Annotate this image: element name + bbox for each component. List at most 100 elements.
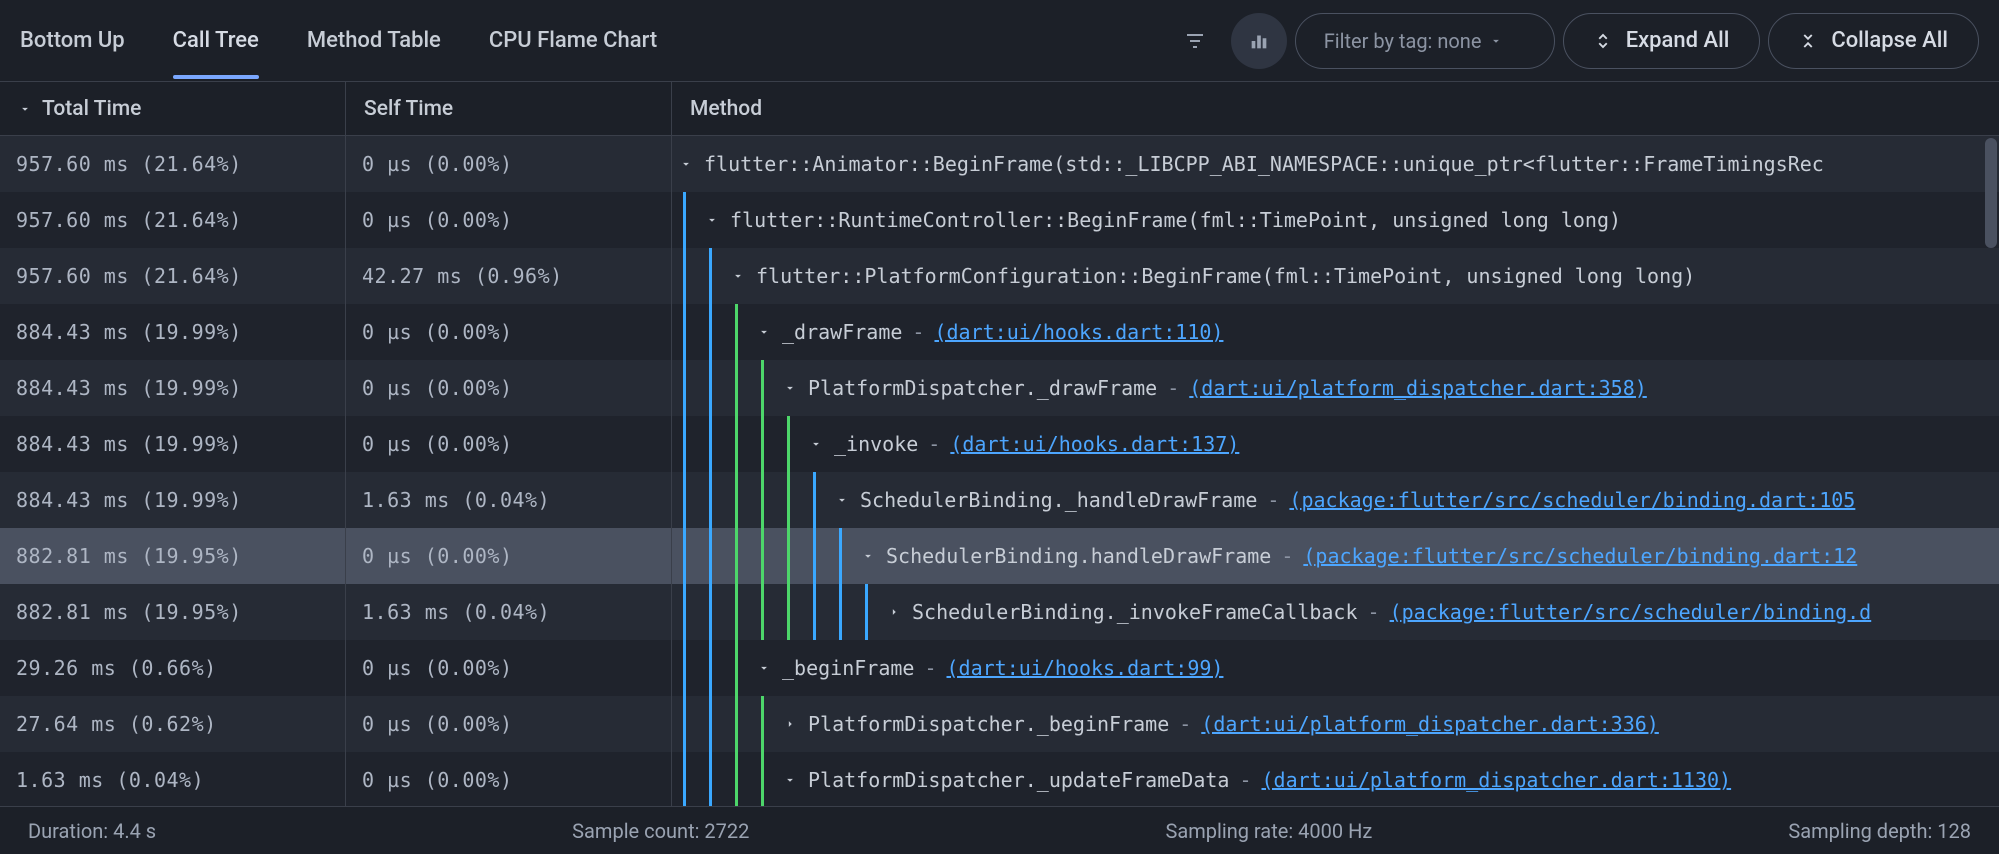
tree-guide bbox=[672, 248, 698, 304]
tree-guide bbox=[724, 416, 750, 472]
tab-call-tree[interactable]: Call Tree bbox=[173, 2, 259, 79]
table-row[interactable]: 884.43 ms (19.99%)0 µs (0.00%)_drawFrame… bbox=[0, 304, 1999, 360]
chevron-down-icon[interactable] bbox=[678, 157, 694, 171]
tree-guide bbox=[776, 528, 802, 584]
cell-total-time: 882.81 ms (19.95%) bbox=[0, 528, 346, 584]
chevron-down-icon[interactable] bbox=[808, 437, 824, 451]
separator: - bbox=[1281, 544, 1293, 568]
source-link[interactable]: (dart:ui/hooks.dart:137) bbox=[950, 432, 1239, 456]
chevron-down-icon[interactable] bbox=[834, 493, 850, 507]
tree-guide bbox=[802, 528, 828, 584]
separator: - bbox=[924, 656, 936, 680]
table-row[interactable]: 29.26 ms (0.66%)0 µs (0.00%)_beginFrame … bbox=[0, 640, 1999, 696]
cell-total-time: 884.43 ms (19.99%) bbox=[0, 360, 346, 416]
cell-self-time: 0 µs (0.00%) bbox=[346, 528, 672, 584]
chevron-down-icon[interactable] bbox=[704, 213, 720, 227]
tab-bottom-up[interactable]: Bottom Up bbox=[20, 2, 125, 79]
tree-guide bbox=[750, 584, 776, 640]
method-name: _beginFrame bbox=[782, 656, 914, 680]
tree-guide bbox=[724, 640, 750, 696]
tree-guide bbox=[776, 472, 802, 528]
table-row[interactable]: 884.43 ms (19.99%)1.63 ms (0.04%)Schedul… bbox=[0, 472, 1999, 528]
chevron-down-icon[interactable] bbox=[756, 325, 772, 339]
source-link[interactable]: (package:flutter/src/scheduler/binding.d… bbox=[1303, 544, 1857, 568]
separator: - bbox=[1239, 768, 1251, 792]
column-header-total-time[interactable]: Total Time bbox=[0, 82, 346, 135]
source-link[interactable]: (dart:ui/platform_dispatcher.dart:1130) bbox=[1261, 768, 1731, 792]
dropdown-arrow-icon bbox=[1489, 34, 1503, 48]
tree-guide bbox=[672, 528, 698, 584]
table-row[interactable]: 1.63 ms (0.04%)0 µs (0.00%)PlatformDispa… bbox=[0, 752, 1999, 806]
cell-self-time: 0 µs (0.00%) bbox=[346, 360, 672, 416]
tree-guide bbox=[698, 696, 724, 752]
chevron-right-icon[interactable] bbox=[886, 605, 902, 619]
status-bar: Duration: 4.4 s Sample count: 2722 Sampl… bbox=[0, 806, 1999, 854]
cell-method: flutter::PlatformConfiguration::BeginFra… bbox=[672, 248, 1999, 304]
table-row[interactable]: 884.43 ms (19.99%)0 µs (0.00%)_invoke - … bbox=[0, 416, 1999, 472]
tree-guide bbox=[698, 360, 724, 416]
chevron-down-icon[interactable] bbox=[782, 773, 798, 787]
method-name: PlatformDispatcher._updateFrameData bbox=[808, 768, 1229, 792]
chevron-right-icon[interactable] bbox=[782, 717, 798, 731]
table-header: Total Time Self Time Method bbox=[0, 82, 1999, 136]
filter-icon-button[interactable] bbox=[1167, 13, 1223, 69]
collapse-all-button[interactable]: Collapse All bbox=[1768, 13, 1979, 69]
cell-self-time: 1.63 ms (0.04%) bbox=[346, 472, 672, 528]
tree-guide bbox=[802, 472, 828, 528]
tree-guide bbox=[672, 752, 698, 806]
chevron-down-icon[interactable] bbox=[730, 269, 746, 283]
method-name: SchedulerBinding._invokeFrameCallback bbox=[912, 600, 1358, 624]
column-header-total-label: Total Time bbox=[42, 97, 141, 121]
table-row[interactable]: 882.81 ms (19.95%)0 µs (0.00%)SchedulerB… bbox=[0, 528, 1999, 584]
table-row[interactable]: 884.43 ms (19.99%)0 µs (0.00%) PlatformDi… bbox=[0, 360, 1999, 416]
collapse-all-label: Collapse All bbox=[1831, 28, 1948, 53]
method-name: SchedulerBinding._handleDrawFrame bbox=[860, 488, 1257, 512]
tab-flame-chart[interactable]: CPU Flame Chart bbox=[489, 2, 657, 79]
chevron-down-icon[interactable] bbox=[860, 549, 876, 563]
status-sampling-rate: Sampling rate: 4000 Hz bbox=[1165, 819, 1372, 843]
tree-guide bbox=[724, 528, 750, 584]
source-link[interactable]: (dart:ui/platform_dispatcher.dart:336) bbox=[1201, 712, 1659, 736]
tree-guide bbox=[698, 416, 724, 472]
source-link[interactable]: (dart:ui/platform_dispatcher.dart:358) bbox=[1189, 376, 1647, 400]
filter-label: Filter by tag: none bbox=[1324, 29, 1482, 53]
cell-total-time: 882.81 ms (19.95%) bbox=[0, 584, 346, 640]
table-row[interactable]: 957.60 ms (21.64%)0 µs (0.00%)flutter::R… bbox=[0, 192, 1999, 248]
filter-by-tag-dropdown[interactable]: Filter by tag: none bbox=[1295, 13, 1555, 69]
cell-self-time: 42.27 ms (0.96%) bbox=[346, 248, 672, 304]
table-row[interactable]: 957.60 ms (21.64%)42.27 ms (0.96%)flutte… bbox=[0, 248, 1999, 304]
cell-method: SchedulerBinding._handleDrawFrame - (pac… bbox=[672, 472, 1999, 528]
tree-guide bbox=[828, 528, 854, 584]
tree-guide bbox=[776, 416, 802, 472]
toolbar: Bottom Up Call Tree Method Table CPU Fla… bbox=[0, 0, 1999, 82]
method-name: SchedulerBinding.handleDrawFrame bbox=[886, 544, 1271, 568]
source-link[interactable]: (dart:ui/hooks.dart:110) bbox=[934, 320, 1223, 344]
bar-chart-icon bbox=[1248, 30, 1270, 52]
source-link[interactable]: (dart:ui/hooks.dart:99) bbox=[947, 656, 1224, 680]
table-row[interactable]: 27.64 ms (0.62%)0 µs (0.00%)PlatformDisp… bbox=[0, 696, 1999, 752]
chevron-down-icon bbox=[18, 102, 32, 116]
table-row[interactable]: 957.60 ms (21.64%)0 µs (0.00%)flutter::A… bbox=[0, 136, 1999, 192]
cell-total-time: 957.60 ms (21.64%) bbox=[0, 192, 346, 248]
cell-total-time: 884.43 ms (19.99%) bbox=[0, 416, 346, 472]
column-header-method[interactable]: Method bbox=[672, 82, 1999, 135]
chart-icon-button[interactable] bbox=[1231, 13, 1287, 69]
tree-guide bbox=[854, 584, 880, 640]
column-header-self-time[interactable]: Self Time bbox=[346, 82, 672, 135]
separator: - bbox=[1179, 712, 1191, 736]
table-row[interactable]: 882.81 ms (19.95%)1.63 ms (0.04%)Schedul… bbox=[0, 584, 1999, 640]
cell-method: SchedulerBinding.handleDrawFrame - (pack… bbox=[672, 528, 1999, 584]
tree-guide bbox=[672, 192, 698, 248]
source-link[interactable]: (package:flutter/src/scheduler/binding.d bbox=[1390, 600, 1872, 624]
tree-guide bbox=[750, 416, 776, 472]
tab-method-table[interactable]: Method Table bbox=[307, 2, 441, 79]
source-link[interactable]: (package:flutter/src/scheduler/binding.d… bbox=[1289, 488, 1855, 512]
separator: - bbox=[1167, 376, 1179, 400]
chevron-down-icon[interactable] bbox=[756, 661, 772, 675]
tree-guide bbox=[750, 472, 776, 528]
expand-all-button[interactable]: Expand All bbox=[1563, 13, 1761, 69]
chevron-down-icon[interactable] bbox=[782, 381, 798, 395]
status-duration: Duration: 4.4 s bbox=[28, 819, 156, 843]
method-name: PlatformDispatcher._drawFrame bbox=[808, 376, 1157, 400]
method-name: PlatformDispatcher._beginFrame bbox=[808, 712, 1169, 736]
